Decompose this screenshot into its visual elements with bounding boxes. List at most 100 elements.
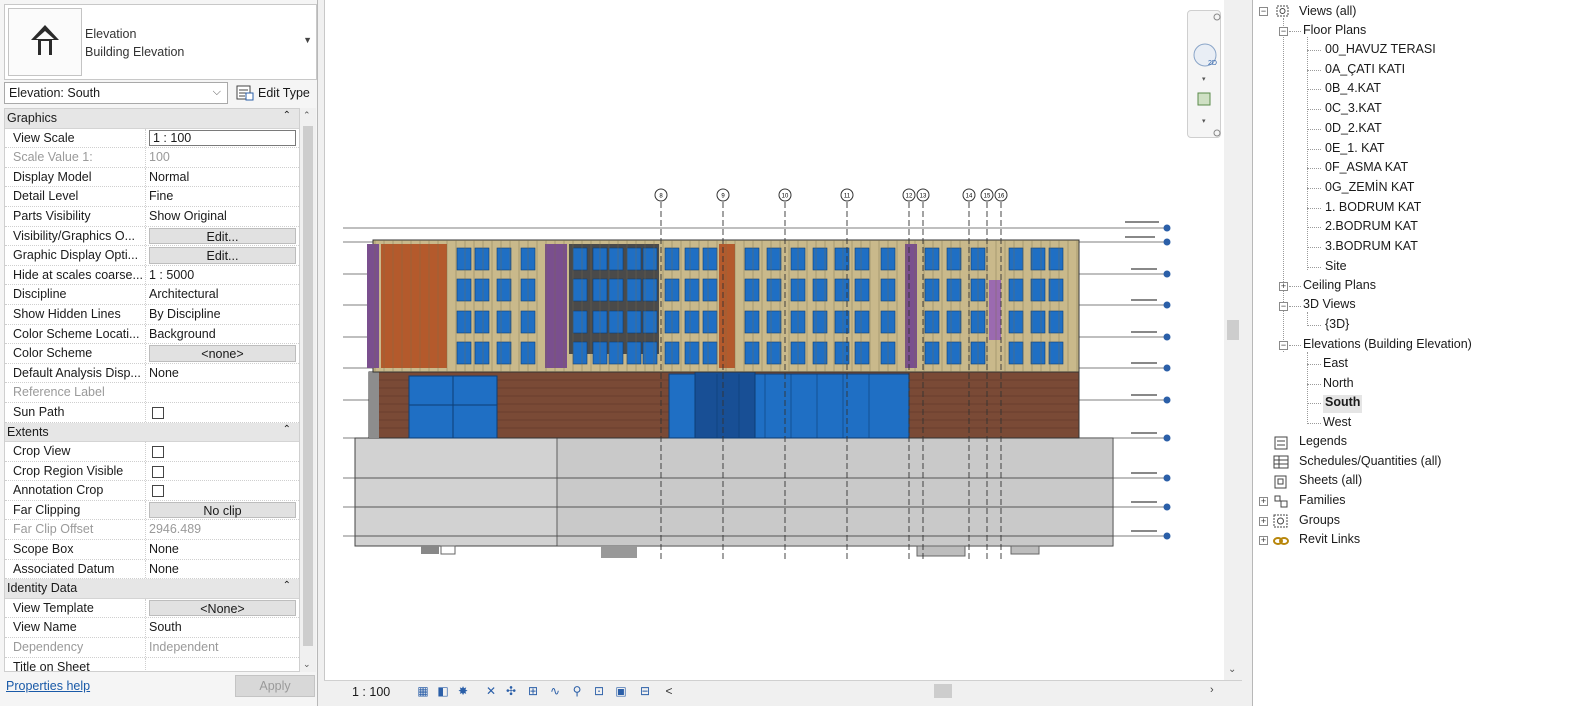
section-identity[interactable]: Identity Data ⌃	[5, 579, 299, 599]
scroll-down-icon[interactable]: ⌄	[1228, 664, 1236, 675]
browser-elevation-item[interactable]: East	[1323, 356, 1348, 374]
elevation-view-canvas[interactable]: 8 9 10 11 12 13 14 15 16 2D ▾ ▾	[324, 0, 1224, 680]
property-value[interactable]: By Discipline	[146, 305, 299, 324]
checkbox[interactable]	[152, 485, 164, 498]
temporary-hide-icon[interactable]: ∿	[548, 684, 562, 698]
property-row[interactable]: Detail Level Fine	[5, 187, 299, 207]
browser-elevation-item[interactable]: West	[1323, 415, 1351, 433]
checkbox[interactable]	[152, 465, 164, 478]
sun-path-icon[interactable]: ✸	[456, 684, 470, 698]
browser-sheets[interactable]: Sheets (all)	[1299, 473, 1362, 491]
property-button[interactable]: <none>	[149, 345, 296, 362]
browser-groups[interactable]: Groups	[1299, 513, 1340, 531]
checkbox[interactable]	[152, 406, 164, 419]
property-value[interactable]: None	[146, 540, 299, 559]
property-row[interactable]: Graphic Display Opti... Edit...	[5, 246, 299, 266]
browser-views-root[interactable]: Views (all)	[1299, 4, 1356, 22]
section-extents[interactable]: Extents ⌃	[5, 422, 299, 443]
crop-view-icon[interactable]: ✣	[504, 684, 518, 698]
scrollbar-thumb[interactable]	[1227, 320, 1239, 340]
property-value[interactable]: Edit...	[146, 227, 299, 246]
browser-floor-plan-item[interactable]: 0A_ÇATI KATI	[1325, 62, 1405, 80]
apply-button[interactable]: Apply	[235, 675, 315, 697]
property-button[interactable]: Edit...	[149, 247, 296, 264]
browser-floor-plan-item[interactable]: 0D_2.KAT	[1325, 121, 1382, 139]
browser-floor-plan-item[interactable]: 1. BODRUM KAT	[1325, 200, 1421, 218]
property-button[interactable]: <None>	[149, 599, 296, 617]
detail-level-icon[interactable]: ▦	[416, 684, 430, 698]
property-row[interactable]: Crop View	[5, 442, 299, 462]
section-graphics[interactable]: Graphics ⌃	[5, 109, 299, 129]
expand-node-icon[interactable]: +	[1259, 497, 1268, 506]
scroll-down-icon[interactable]: ⌄	[303, 659, 311, 670]
browser-families[interactable]: Families	[1299, 493, 1346, 511]
property-value[interactable]: 1 : 5000	[146, 266, 299, 285]
property-row[interactable]: View Scale 1 : 100	[5, 128, 299, 149]
browser-floor-plan-item[interactable]: 0E_1. KAT	[1325, 141, 1385, 159]
checkbox[interactable]	[152, 446, 164, 459]
property-row[interactable]: Default Analysis Disp... None	[5, 363, 299, 384]
expand-node-icon[interactable]: +	[1259, 536, 1268, 545]
show-crop-icon[interactable]: ⊞	[526, 684, 540, 698]
lock-3d-icon[interactable]: ⊡	[592, 684, 606, 698]
property-row[interactable]: Far Clipping No clip	[5, 500, 299, 521]
type-selector[interactable]: Elevation Building Elevation ▼	[4, 4, 317, 80]
property-row[interactable]: Crop Region Visible	[5, 461, 299, 482]
property-value[interactable]: Edit...	[146, 246, 299, 265]
expand-node-icon[interactable]: +	[1279, 282, 1288, 291]
property-value[interactable]: Fine	[146, 187, 299, 206]
property-value[interactable]: <None>	[146, 599, 299, 618]
property-value[interactable]: Show Original	[146, 207, 299, 226]
property-value[interactable]: Architectural	[146, 285, 299, 304]
instance-filter-dropdown[interactable]: Elevation: South ⌵	[4, 82, 228, 104]
property-button[interactable]: No clip	[149, 501, 296, 519]
property-row[interactable]: Show Hidden Lines By Discipline	[5, 304, 299, 325]
browser-floor-plan-item[interactable]: 3.BODRUM KAT	[1325, 239, 1418, 257]
expand-node-icon[interactable]: +	[1259, 517, 1268, 526]
collapse-node-icon[interactable]: −	[1279, 341, 1288, 350]
property-input[interactable]: 1 : 100	[149, 129, 296, 147]
property-row[interactable]: Dependency Independent	[5, 638, 299, 658]
view-scale-label[interactable]: 1 : 100	[352, 685, 390, 699]
browser-floor-plan-item[interactable]: 00_HAVUZ TERASI	[1325, 42, 1436, 60]
analytical-model-icon[interactable]: ▣	[614, 684, 628, 698]
property-value[interactable]	[146, 481, 299, 500]
browser-floor-plan-item[interactable]: 0C_3.KAT	[1325, 101, 1382, 119]
property-row[interactable]: Visibility/Graphics O... Edit...	[5, 226, 299, 247]
property-row[interactable]: Parts Visibility Show Original	[5, 206, 299, 227]
property-value[interactable]: Normal	[146, 168, 299, 187]
browser-elevation-item[interactable]: South	[1323, 395, 1363, 414]
browser-floor-plan-item[interactable]: 0F_ASMA KAT	[1325, 160, 1408, 178]
property-row[interactable]: Annotation Crop	[5, 481, 299, 501]
property-row[interactable]: View Name South	[5, 618, 299, 639]
shadows-icon[interactable]: ✕	[484, 684, 498, 698]
property-value[interactable]: No clip	[146, 501, 299, 520]
property-row[interactable]: Color Scheme Locati... Background	[5, 324, 299, 345]
browser-floor-plan-item[interactable]: 2.BODRUM KAT	[1325, 219, 1418, 237]
property-value[interactable]: 1 : 100	[146, 129, 299, 148]
property-value[interactable]	[146, 658, 299, 671]
property-value[interactable]	[146, 403, 299, 422]
type-dropdown-arrow-icon[interactable]: ▼	[303, 35, 312, 45]
property-value[interactable]: Background	[146, 325, 299, 344]
property-row[interactable]: Far Clip Offset 2946.489	[5, 520, 299, 541]
browser-legends[interactable]: Legends	[1299, 434, 1347, 452]
view-vertical-scrollbar[interactable]: ⌄	[1224, 0, 1242, 680]
browser-elevation-item[interactable]: North	[1323, 376, 1354, 394]
collapse-node-icon[interactable]: −	[1259, 7, 1268, 16]
edit-type-button[interactable]: Edit Type	[234, 82, 316, 104]
browser-floor-plan-item[interactable]: 0B_4.KAT	[1325, 81, 1381, 99]
browser-elevations[interactable]: Elevations (Building Elevation)	[1303, 337, 1472, 355]
browser-ceiling-plans[interactable]: Ceiling Plans	[1303, 278, 1376, 296]
property-button[interactable]: Edit...	[149, 227, 296, 245]
property-value[interactable]: None	[146, 560, 299, 579]
scrollbar-thumb[interactable]	[303, 126, 313, 646]
collapse-bar-icon[interactable]: <	[662, 684, 676, 698]
property-row[interactable]: Reference Label	[5, 383, 299, 403]
property-row[interactable]: Scale Value 1: 100	[5, 148, 299, 168]
property-row[interactable]: Discipline Architectural	[5, 285, 299, 305]
properties-help-link[interactable]: Properties help	[6, 679, 90, 693]
browser-floor-plans[interactable]: Floor Plans	[1303, 23, 1366, 41]
visual-style-icon[interactable]: ◧	[436, 684, 450, 698]
horizontal-scroll-thumb[interactable]	[934, 684, 952, 698]
